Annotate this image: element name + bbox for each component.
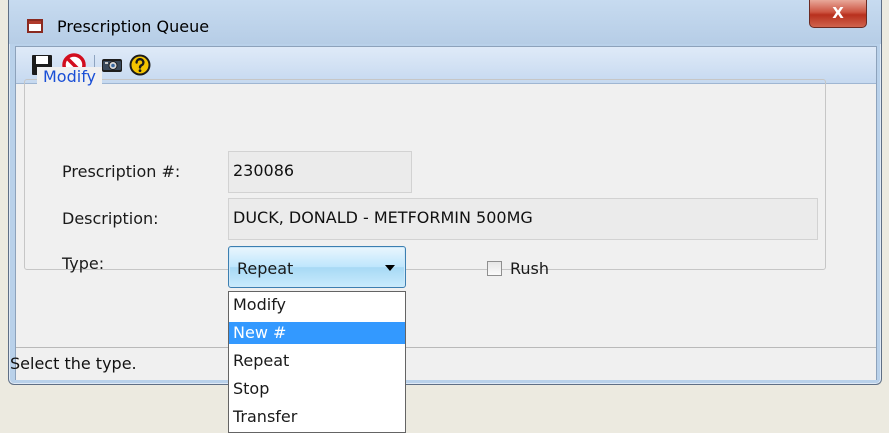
window-title: Prescription Queue xyxy=(57,17,210,36)
camera-icon[interactable] xyxy=(100,53,124,77)
description-field[interactable]: DUCK, DONALD - METFORMIN 500MG xyxy=(228,198,818,240)
type-select-value: Repeat xyxy=(237,259,294,278)
status-text: Select the type. xyxy=(10,354,137,373)
rush-checkbox[interactable] xyxy=(487,261,502,276)
dropdown-option-repeat[interactable]: Repeat xyxy=(229,350,405,372)
dropdown-option-transfer[interactable]: Transfer xyxy=(229,406,405,428)
title-bar[interactable]: Prescription Queue X xyxy=(9,0,881,44)
close-button[interactable]: X xyxy=(809,0,867,28)
type-select[interactable]: Repeat xyxy=(228,246,406,288)
dropdown-option-stop[interactable]: Stop xyxy=(229,378,405,400)
chevron-down-icon[interactable] xyxy=(385,265,395,271)
group-legend: Modify xyxy=(37,67,103,86)
type-label: Type: xyxy=(62,254,105,273)
description-label: Description: xyxy=(62,209,159,228)
app-window-icon xyxy=(27,19,43,33)
prescription-number-field[interactable]: 230086 xyxy=(228,151,412,193)
prescription-number-label: Prescription #: xyxy=(62,162,181,181)
help-icon[interactable] xyxy=(128,53,152,77)
type-dropdown-list: Modify New # Repeat Stop Transfer xyxy=(228,291,406,433)
dropdown-option-modify[interactable]: Modify xyxy=(229,294,405,316)
status-bar: Select the type. xyxy=(10,347,876,380)
dropdown-option-new[interactable]: New # xyxy=(229,322,405,344)
rush-label[interactable]: Rush xyxy=(510,259,549,278)
